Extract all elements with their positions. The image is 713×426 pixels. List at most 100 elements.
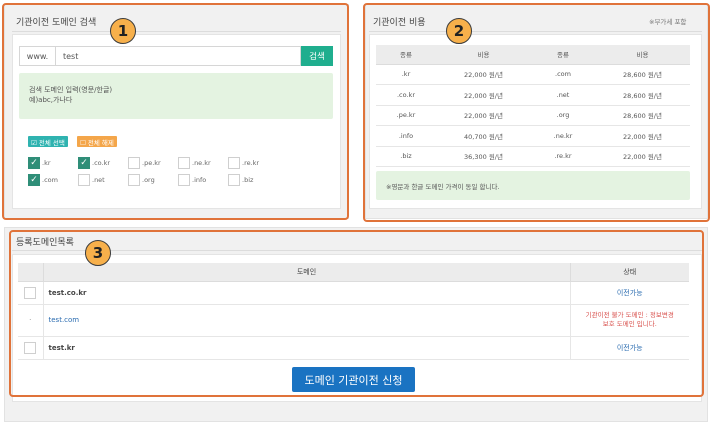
status-line1: 이전가능 [616, 343, 643, 352]
cost-row: .biz 36,300 원/년 .re.kr 22,000 원/년 [376, 146, 690, 167]
tld-label: .net [92, 176, 105, 184]
step-badge-1: 1 [110, 18, 136, 44]
tld-option[interactable]: .org [128, 174, 155, 186]
row-select-cell: · [18, 304, 43, 337]
domain-list-title: 등록도메인목록 [16, 238, 74, 248]
checkbox-checked-icon[interactable]: ✓ [28, 157, 40, 169]
tld-label: .biz [242, 176, 254, 184]
search-row: www. 검색 [19, 46, 333, 66]
col-price-2: 비용 [595, 45, 690, 65]
price-cell: 36,300 원/년 [436, 146, 531, 167]
tld-cell: .ne.kr [531, 125, 595, 147]
checkbox-icon[interactable] [228, 157, 240, 169]
search-hint-line1: 검색 도메인 입력(영문/한글) [29, 86, 113, 94]
domain-name: test.kr [42, 336, 570, 360]
domain-row: · test.com 기관이전 불가 도메인 : 정보변경 보호 도메인 입니다. [18, 304, 689, 337]
col-price-1: 비용 [436, 45, 531, 65]
domain-table: 도메인 상태 test.co.kr 이전가능 · test.com 기관이전 불가 도메… [18, 263, 689, 360]
deselect-all-button[interactable]: ☐ 전체 해제 [77, 136, 117, 147]
domain-status: 이전가능 [569, 336, 689, 360]
step-badge-2: 2 [446, 18, 472, 44]
vat-note: ※부가세 포함 [649, 18, 687, 26]
price-cell: 40,700 원/년 [436, 125, 531, 147]
row-marker: · [29, 316, 32, 324]
checkbox-icon[interactable] [178, 157, 190, 169]
tld-cell: .biz [376, 146, 436, 167]
tld-option[interactable]: ✓ .com [28, 174, 58, 186]
domain-table-header: 도메인 상태 [18, 263, 689, 282]
row-checkbox[interactable] [24, 341, 37, 354]
price-cell: 22,000 원/년 [595, 125, 690, 147]
row-select-cell [18, 281, 43, 305]
domain-search-input[interactable] [55, 46, 301, 66]
tld-option[interactable]: ✓ .co.kr [78, 157, 110, 169]
tld-label: .org [142, 176, 155, 184]
domain-row: test.co.kr 이전가능 [18, 281, 689, 305]
search-hint-line2: 예)abc,가나다 [29, 96, 73, 104]
checkbox-icon[interactable] [128, 157, 140, 169]
col-type-1: 종류 [376, 45, 436, 65]
price-note: ※영문과 한글 도메인 가격이 동일 합니다. [376, 171, 690, 200]
tld-label: .ne.kr [192, 159, 211, 167]
tld-option[interactable]: .pe.kr [128, 157, 161, 169]
tld-label: .re.kr [242, 159, 260, 167]
tld-option[interactable]: .info [178, 174, 206, 186]
cost-row: .pe.kr 22,000 원/년 .org 28,600 원/년 [376, 105, 690, 126]
tld-label: .pe.kr [142, 159, 161, 167]
tld-label: .kr [42, 159, 51, 167]
tld-label: .com [42, 176, 58, 184]
col-select [18, 263, 43, 282]
tld-cell: .co.kr [376, 84, 436, 106]
domain-row: test.kr 이전가능 [18, 336, 689, 360]
search-hint: 검색 도메인 입력(영문/한글) 예)abc,가나다 [19, 73, 333, 119]
checkbox-icon[interactable] [178, 174, 190, 186]
tld-cell: .com [531, 64, 595, 85]
price-cell: 22,000 원/년 [436, 84, 531, 106]
checkbox-icon[interactable] [228, 174, 240, 186]
tld-label: .co.kr [92, 159, 111, 167]
cost-table-header: 종류 비용 종류 비용 [376, 45, 690, 65]
cost-panel-title: 기관이전 비용 [373, 18, 426, 28]
row-checkbox[interactable] [24, 286, 37, 299]
tld-cell: .info [376, 125, 436, 147]
checkbox-icon[interactable] [128, 174, 140, 186]
status-line1: 기관이전 불가 도메인 : 정보변경 [585, 311, 674, 319]
col-status: 상태 [569, 263, 689, 282]
cost-row: .info 40,700 원/년 .ne.kr 22,000 원/년 [376, 125, 690, 147]
checkbox-icon[interactable] [78, 174, 90, 186]
step-badge-3: 3 [85, 240, 111, 266]
tld-option[interactable]: .re.kr [228, 157, 259, 169]
checkbox-checked-icon[interactable]: ✓ [78, 157, 90, 169]
tld-cell: .re.kr [531, 146, 595, 167]
transfer-apply-button[interactable]: 도메인 기관이전 신청 [292, 367, 415, 392]
tld-cell: .net [531, 84, 595, 106]
col-domain: 도메인 [42, 263, 570, 282]
domain-name[interactable]: test.com [42, 304, 570, 337]
cost-row: .kr 22,000 원/년 .com 28,600 원/년 [376, 64, 690, 85]
cost-row: .co.kr 22,000 원/년 .net 28,600 원/년 [376, 84, 690, 106]
select-all-button[interactable]: ☑ 전체 선택 [28, 136, 68, 147]
cost-table: 종류 비용 종류 비용 .kr 22,000 원/년 .com 28,600 원/년.… [376, 45, 690, 167]
checkbox-checked-icon[interactable]: ✓ [28, 174, 40, 186]
tld-option[interactable]: .net [78, 174, 105, 186]
domain-status: 이전가능 [569, 281, 689, 305]
price-cell: 22,000 원/년 [436, 105, 531, 126]
price-cell: 22,000 원/년 [436, 64, 531, 85]
status-line1: 이전가능 [616, 288, 643, 297]
tld-option[interactable]: ✓ .kr [28, 157, 51, 169]
domain-prefix: www. [19, 46, 55, 66]
tld-option[interactable]: .ne.kr [178, 157, 211, 169]
price-cell: 28,600 원/년 [595, 105, 690, 126]
domain-status: 기관이전 불가 도메인 : 정보변경 보호 도메인 입니다. [569, 304, 689, 337]
tld-option[interactable]: .biz [228, 174, 253, 186]
tld-label: .info [192, 176, 207, 184]
price-cell: 22,000 원/년 [595, 146, 690, 167]
search-panel-divider [12, 31, 341, 32]
tld-cell: .kr [376, 64, 436, 85]
domain-name: test.co.kr [42, 281, 570, 305]
domain-list-divider [12, 250, 702, 251]
tld-cell: .pe.kr [376, 105, 436, 126]
row-select-cell [18, 336, 43, 360]
col-type-2: 종류 [531, 45, 595, 65]
search-button[interactable]: 검색 [301, 46, 333, 66]
